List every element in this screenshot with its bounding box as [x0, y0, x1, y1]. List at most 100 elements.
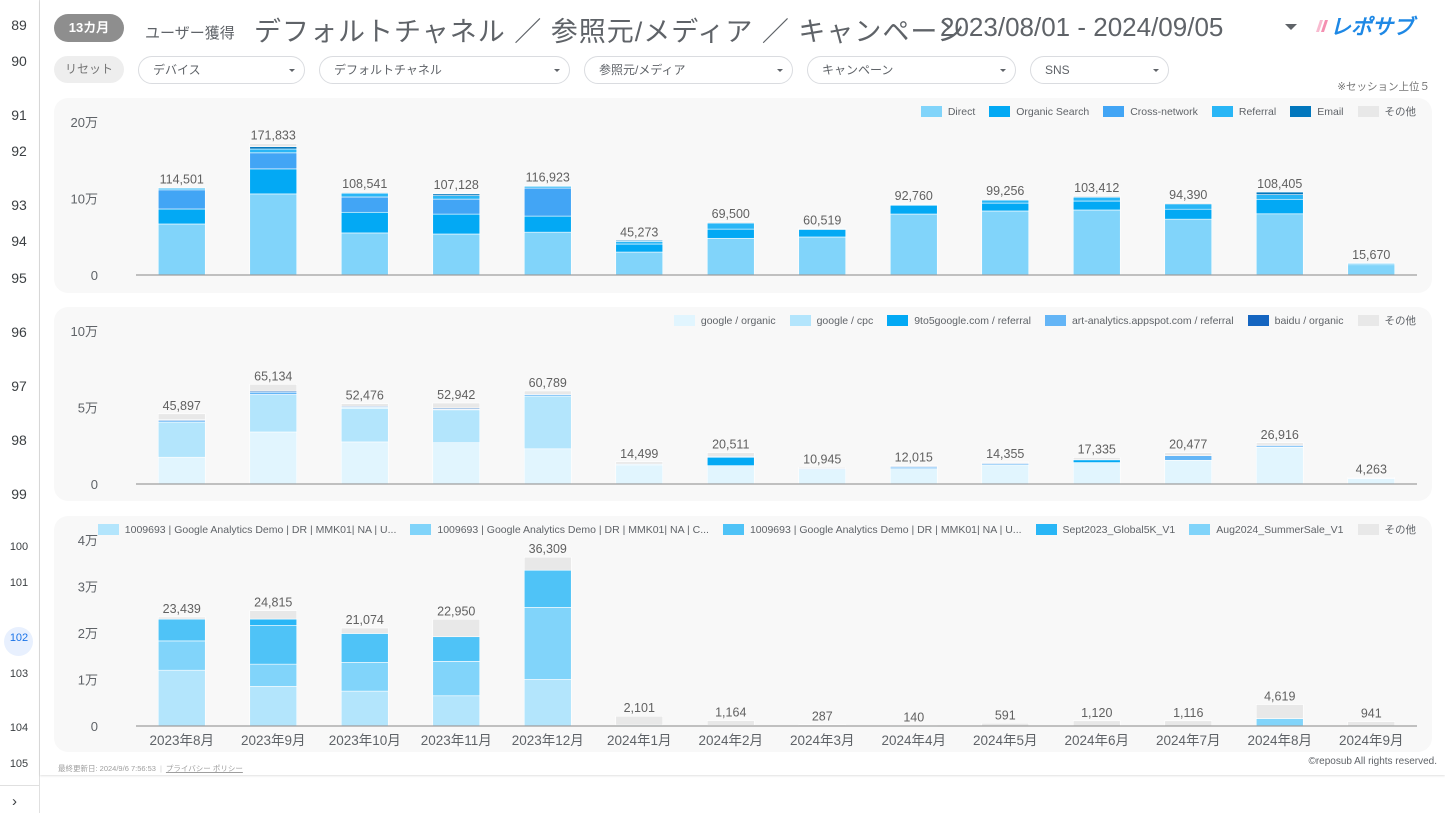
bar-stack[interactable] [1255, 191, 1304, 276]
bar-segment[interactable] [981, 210, 1030, 276]
bar-stack[interactable] [981, 461, 1030, 485]
bar-stack[interactable] [523, 185, 572, 276]
bar-segment[interactable] [157, 616, 206, 620]
bar-segment[interactable] [432, 198, 481, 215]
bar-segment[interactable] [432, 695, 481, 727]
bar-segment[interactable] [157, 456, 206, 485]
bar-stack[interactable] [615, 715, 664, 727]
bar-stack[interactable] [981, 198, 1030, 276]
bar-segment[interactable] [798, 228, 847, 230]
legend-item[interactable]: 1009693 | Google Analytics Demo | DR | M… [97, 522, 396, 537]
row-number[interactable]: 91 [0, 107, 38, 123]
bar-segment[interactable] [1164, 218, 1213, 276]
row-number[interactable]: 90 [0, 53, 38, 69]
bar-stack[interactable] [249, 610, 298, 727]
bar-stack[interactable] [432, 192, 481, 276]
bar-stack[interactable] [706, 452, 755, 485]
row-number[interactable]: 100 [0, 541, 38, 553]
bar-segment[interactable] [706, 465, 755, 485]
bar-segment[interactable] [1255, 213, 1304, 276]
bar-segment[interactable] [1255, 198, 1304, 215]
row-number[interactable]: 104 [0, 722, 38, 734]
filter-default-channel[interactable]: デフォルトチャネル [319, 56, 570, 84]
bar-segment[interactable] [1164, 202, 1213, 205]
bar-segment[interactable] [981, 464, 1030, 485]
bar-segment[interactable] [1255, 191, 1304, 195]
bar-segment[interactable] [1347, 477, 1396, 485]
row-number[interactable]: 101 [0, 577, 38, 589]
bar-segment[interactable] [249, 152, 298, 170]
legend-item[interactable]: その他 [1357, 522, 1416, 537]
reset-button[interactable]: リセット [54, 56, 124, 83]
bar-segment[interactable] [340, 191, 389, 194]
bar-segment[interactable] [1255, 194, 1304, 200]
bar-segment[interactable] [1347, 477, 1396, 479]
filter-sns[interactable]: SNS [1030, 56, 1169, 84]
bar-segment[interactable] [615, 461, 664, 465]
row-number[interactable]: 102 [0, 632, 38, 644]
bar-segment[interactable] [157, 189, 206, 210]
bar-segment[interactable] [340, 407, 389, 443]
bar-segment[interactable] [340, 196, 389, 213]
legend-item[interactable]: Organic Search [989, 104, 1089, 119]
bar-segment[interactable] [157, 640, 206, 671]
bar-stack[interactable] [1347, 262, 1396, 276]
bar-segment[interactable] [1072, 200, 1121, 211]
row-number[interactable]: 103 [0, 668, 38, 680]
bar-segment[interactable] [798, 236, 847, 276]
bar-segment[interactable] [432, 661, 481, 697]
bar-segment[interactable] [1072, 720, 1121, 727]
legend-item[interactable]: Referral [1211, 104, 1276, 119]
filter-source-medium[interactable]: 参照元/メディア [584, 56, 793, 84]
bar-segment[interactable] [798, 228, 847, 238]
bar-stack[interactable] [340, 627, 389, 727]
bar-segment[interactable] [249, 625, 298, 665]
row-number[interactable]: 105 [0, 758, 38, 770]
bar-segment[interactable] [249, 663, 298, 687]
bar-segment[interactable] [615, 243, 664, 253]
bar-segment[interactable] [706, 228, 755, 239]
bar-segment[interactable] [1347, 721, 1396, 727]
bar-segment[interactable] [340, 441, 389, 485]
row-number[interactable]: 92 [0, 143, 38, 159]
bar-segment[interactable] [157, 669, 206, 727]
legend-item[interactable]: art-analytics.appspot.com / referral [1044, 313, 1234, 328]
bar-stack[interactable] [1072, 720, 1121, 727]
bar-segment[interactable] [249, 618, 298, 626]
bar-segment[interactable] [706, 720, 755, 726]
row-number[interactable]: 89 [0, 17, 38, 33]
bar-segment[interactable] [1164, 459, 1213, 485]
filter-device[interactable]: デバイス [138, 56, 305, 84]
bar-segment[interactable] [249, 168, 298, 195]
bar-stack[interactable] [249, 143, 298, 276]
row-number[interactable]: 98 [0, 432, 38, 448]
bar-segment[interactable] [249, 394, 298, 433]
bar-segment[interactable] [706, 222, 755, 230]
bar-segment[interactable] [981, 199, 1030, 204]
bar-segment[interactable] [615, 240, 664, 242]
bar-segment[interactable] [706, 456, 755, 466]
legend-item[interactable]: baidu / organic [1247, 313, 1344, 328]
bar-stack[interactable] [1164, 202, 1213, 276]
bar-stack[interactable] [1255, 442, 1304, 485]
legend-item[interactable]: Cross-network [1103, 104, 1198, 119]
bar-segment[interactable] [432, 402, 481, 409]
bar-segment[interactable] [706, 237, 755, 276]
bar-stack[interactable] [1164, 452, 1213, 485]
bar-stack[interactable] [706, 720, 755, 727]
bar-segment[interactable] [523, 231, 572, 276]
legend-item[interactable]: その他 [1357, 104, 1416, 119]
bar-segment[interactable] [1164, 455, 1213, 461]
bar-stack[interactable] [798, 228, 847, 276]
bar-segment[interactable] [889, 204, 938, 215]
row-number[interactable]: 93 [0, 197, 38, 213]
bar-segment[interactable] [1164, 208, 1213, 220]
bar-stack[interactable] [1347, 477, 1396, 485]
legend-item[interactable]: Aug2024_SummerSale_V1 [1189, 522, 1344, 537]
bar-segment[interactable] [615, 464, 664, 485]
bar-segment[interactable] [889, 213, 938, 276]
bar-segment[interactable] [1255, 446, 1304, 485]
legend-item[interactable]: 1009693 | Google Analytics Demo | DR | M… [722, 522, 1022, 537]
bar-segment[interactable] [157, 223, 206, 276]
filter-campaign[interactable]: キャンペーン [807, 56, 1016, 84]
